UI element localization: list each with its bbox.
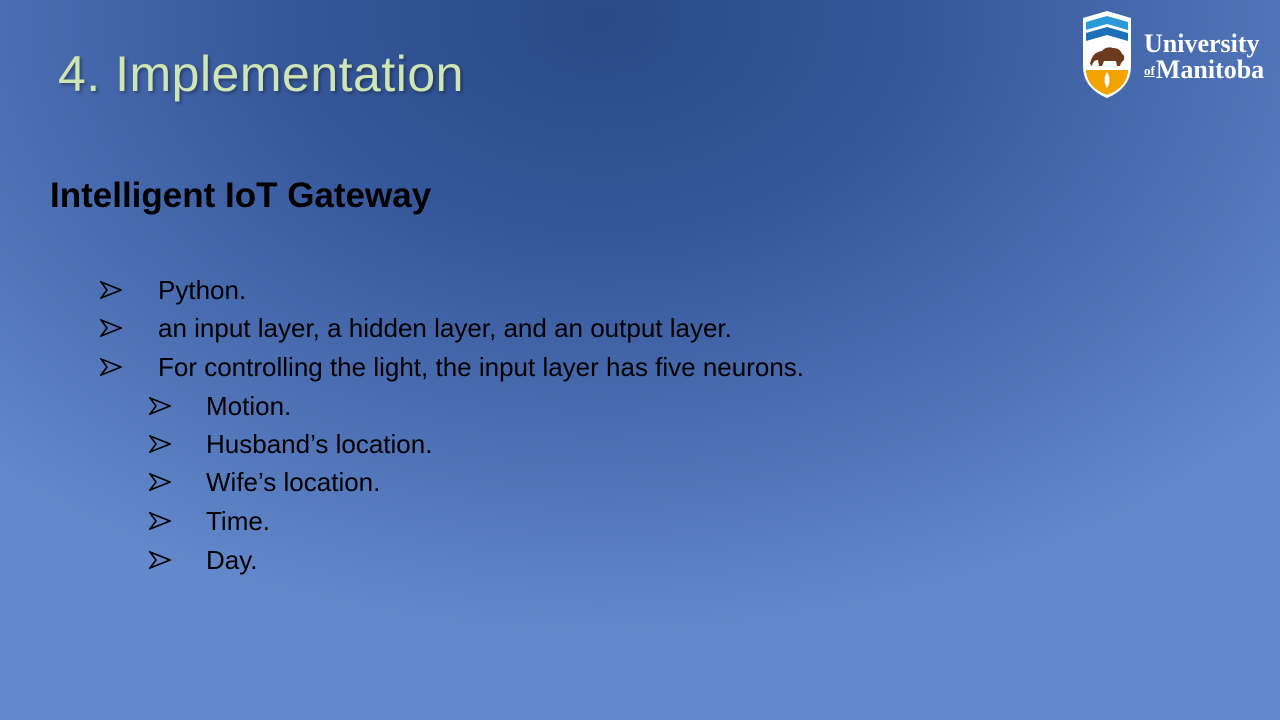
logo-university-text: University	[1144, 29, 1260, 58]
bullet-text: For controlling the light, the input lay…	[158, 352, 805, 382]
bullet-text: Husband’s location.	[206, 429, 433, 459]
bullet-text: Wife’s location.	[206, 467, 381, 497]
bullet-text: Time.	[206, 506, 271, 536]
university-logo: University ofManitoba	[1080, 8, 1275, 102]
arrow-bullet-icon	[149, 397, 171, 415]
bison-crest-icon	[1083, 11, 1131, 98]
arrow-bullet-icon	[149, 473, 171, 491]
arrow-bullet-icon	[100, 281, 122, 299]
slide-title: 4. Implementation	[58, 46, 464, 102]
bullet-text: Day.	[206, 545, 258, 575]
arrow-bullet-icon	[149, 551, 171, 569]
logo-of-text: of	[1144, 63, 1155, 78]
slide-subtitle: Intelligent IoT Gateway	[50, 176, 432, 215]
arrow-bullet-icon	[100, 319, 122, 337]
logo-manitoba-word: Manitoba	[1155, 55, 1265, 84]
arrow-bullet-icon	[100, 358, 122, 376]
logo-manitoba-text: ofManitoba	[1144, 56, 1264, 85]
bullet-text: Python.	[158, 275, 247, 305]
arrow-bullet-icon	[149, 512, 171, 530]
bullet-text: an input layer, a hidden layer, and an o…	[158, 313, 732, 343]
arrow-bullet-icon	[149, 435, 171, 453]
bullet-text: Motion.	[206, 391, 292, 421]
slide: 4. Implementation University ofManitoba …	[0, 0, 1280, 720]
